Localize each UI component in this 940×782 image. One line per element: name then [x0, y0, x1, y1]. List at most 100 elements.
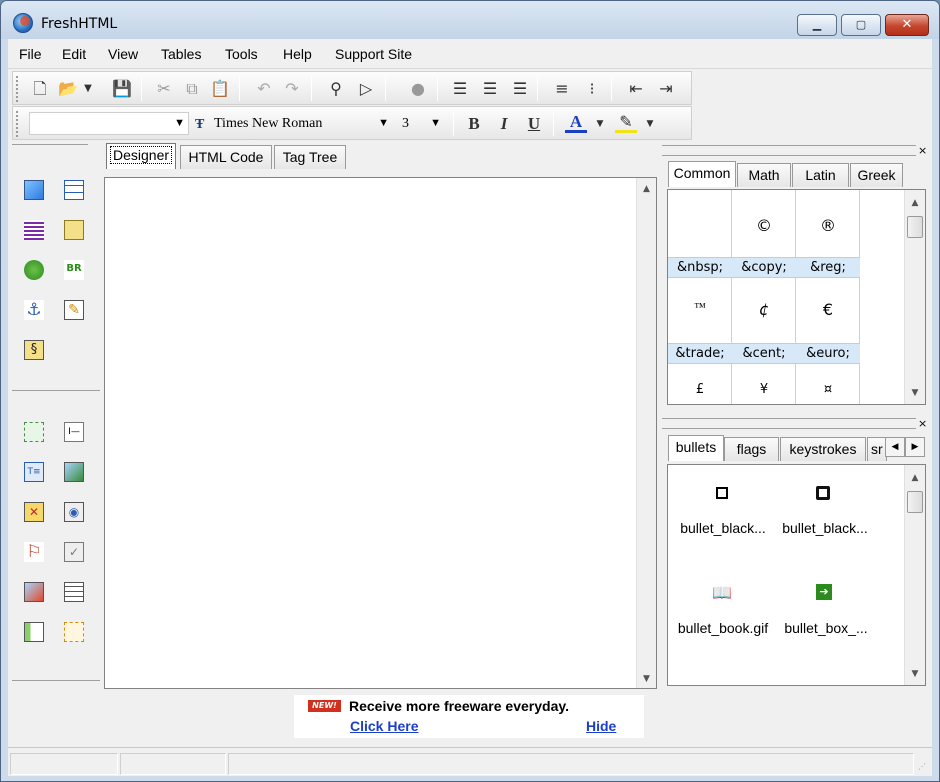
date-icon[interactable] [64, 220, 84, 240]
align-center-icon[interactable]: ☰ [479, 78, 501, 100]
scroll-down-icon[interactable]: ▼ [637, 674, 656, 684]
char-reg[interactable]: ® [796, 216, 860, 235]
char-cent[interactable]: ¢ [732, 300, 796, 319]
toolbar-grip[interactable] [16, 76, 20, 102]
scroll-thumb[interactable] [907, 491, 923, 513]
underline-button[interactable]: U [523, 113, 545, 135]
tab-latin[interactable]: Latin [792, 163, 849, 187]
menu-support-site[interactable]: Support Site [335, 46, 412, 62]
char-panel-grip[interactable] [662, 145, 916, 156]
bold-button[interactable]: B [463, 113, 485, 135]
save-icon[interactable]: 💾 [111, 78, 133, 100]
highlight-pen-icon[interactable]: ✎ [615, 113, 637, 133]
tab-designer[interactable]: Designer [106, 143, 176, 169]
title-bar[interactable]: FreshHTML ▁ ▢ ✕ [1, 1, 939, 39]
scroll-down-icon[interactable]: ▼ [905, 388, 925, 398]
tab-flags[interactable]: flags [724, 437, 779, 461]
image-button-icon[interactable] [64, 462, 84, 482]
submit-icon[interactable]: ⚐ [24, 542, 44, 562]
tab-scroll-left-icon[interactable]: ◀ [885, 437, 905, 457]
scroll-up-icon[interactable]: ▲ [905, 198, 925, 208]
outdent-icon[interactable]: ⇤ [625, 78, 647, 100]
open-dropdown-icon[interactable]: ▼ [77, 78, 99, 100]
align-right-icon[interactable]: ☰ [509, 78, 531, 100]
tab-scroll-right-icon[interactable]: ▶ [905, 437, 925, 457]
edit-note-icon[interactable]: ✎ [64, 300, 84, 320]
maximize-button[interactable]: ▢ [841, 14, 881, 36]
copy-icon[interactable]: ⧉ [181, 78, 203, 100]
find-binoculars-icon[interactable]: ⚲ [325, 78, 347, 100]
font-color-button[interactable]: A [565, 113, 587, 133]
tab-bullets[interactable]: bullets [668, 435, 724, 461]
resize-grip-icon[interactable]: ⋰ [918, 762, 926, 771]
image-panel-grip[interactable] [662, 418, 916, 429]
image-grid-scrollbar[interactable]: ▲ ▼ [904, 465, 925, 685]
tab-math[interactable]: Math [737, 163, 791, 187]
scroll-thumb[interactable] [907, 216, 923, 238]
image-panel-close-icon[interactable]: × [918, 418, 927, 429]
style-select[interactable]: ▼ [29, 112, 189, 135]
image-label[interactable]: bullet_book.gif [668, 620, 778, 636]
char-copy[interactable]: © [732, 216, 796, 235]
select-list-icon[interactable] [64, 582, 84, 602]
tab-keystrokes[interactable]: keystrokes [780, 437, 866, 461]
font-name-select[interactable]: Times New Roman ▼ [209, 112, 393, 135]
checkbox-icon[interactable]: ✕ [24, 502, 44, 522]
char-yen[interactable]: ¥ [732, 382, 796, 397]
redo-icon[interactable]: ↷ [281, 78, 303, 100]
numbered-list-icon[interactable]: ≡ [551, 78, 573, 100]
text-area-icon[interactable]: T≡ [24, 462, 44, 482]
scroll-down-icon[interactable]: ▼ [905, 669, 925, 679]
toolbar-grip[interactable] [16, 111, 20, 137]
highlight-dropdown-icon[interactable]: ▼ [639, 113, 661, 135]
anchor-icon[interactable]: ⚓ [24, 300, 44, 320]
hollow-square-large-icon[interactable] [816, 486, 830, 500]
scroll-up-icon[interactable]: ▲ [637, 184, 656, 194]
menu-edit[interactable]: Edit [62, 46, 86, 62]
minimize-button[interactable]: ▁ [797, 14, 837, 36]
comment-icon[interactable] [24, 260, 44, 280]
char-curren[interactable]: ¤ [796, 382, 860, 397]
undo-icon[interactable]: ↶ [253, 78, 275, 100]
fieldset-icon[interactable] [24, 622, 44, 642]
open-folder-icon[interactable]: 📂 [57, 78, 79, 100]
image-label[interactable]: bullet_box_... [774, 620, 878, 636]
radio-button-icon[interactable]: ◉ [64, 502, 84, 522]
hidden-field-icon[interactable] [24, 582, 44, 602]
paste-icon[interactable]: 📋 [209, 78, 231, 100]
table-icon[interactable] [64, 180, 84, 200]
menu-view[interactable]: View [108, 46, 138, 62]
hide-ad-link[interactable]: Hide [586, 718, 616, 734]
image-label[interactable]: bullet_black... [772, 520, 878, 536]
font-size-select[interactable]: 3 ▼ [397, 112, 445, 135]
tab-tag-tree[interactable]: Tag Tree [274, 145, 346, 169]
char-grid-scrollbar[interactable]: ▲ ▼ [904, 190, 925, 404]
design-editor[interactable]: ▲ ▼ [104, 177, 657, 689]
app-logo-icon[interactable] [13, 13, 33, 33]
form-icon[interactable] [24, 422, 44, 442]
menu-help[interactable]: Help [283, 46, 312, 62]
label-icon[interactable] [64, 622, 84, 642]
close-button[interactable]: ✕ [885, 14, 929, 36]
bullet-list-icon[interactable]: ⁝ [581, 78, 603, 100]
script-icon[interactable]: § [24, 340, 44, 360]
new-file-icon[interactable]: 🗋 [29, 78, 51, 100]
hollow-square-small-icon[interactable] [716, 487, 728, 499]
menu-file[interactable]: File [19, 46, 42, 62]
web-globe-icon[interactable]: ● [407, 78, 429, 100]
image-label[interactable]: bullet_black... [670, 520, 776, 536]
tab-smileys[interactable]: sr [867, 437, 887, 461]
reset-icon[interactable]: ✓ [64, 542, 84, 562]
italic-button[interactable]: I [493, 113, 515, 135]
font-color-dropdown-icon[interactable]: ▼ [589, 113, 611, 135]
cut-icon[interactable]: ✂ [153, 78, 175, 100]
menu-tools[interactable]: Tools [225, 46, 258, 62]
image-icon[interactable] [24, 180, 44, 200]
click-here-link[interactable]: Click Here [350, 718, 418, 734]
tab-html-code[interactable]: HTML Code [180, 145, 272, 169]
char-euro[interactable]: € [796, 300, 860, 319]
scroll-up-icon[interactable]: ▲ [905, 473, 925, 483]
text-field-icon[interactable]: I— [64, 422, 84, 442]
book-icon[interactable]: 📖 [712, 583, 732, 602]
green-arrow-box-icon[interactable]: ➔ [816, 584, 832, 600]
